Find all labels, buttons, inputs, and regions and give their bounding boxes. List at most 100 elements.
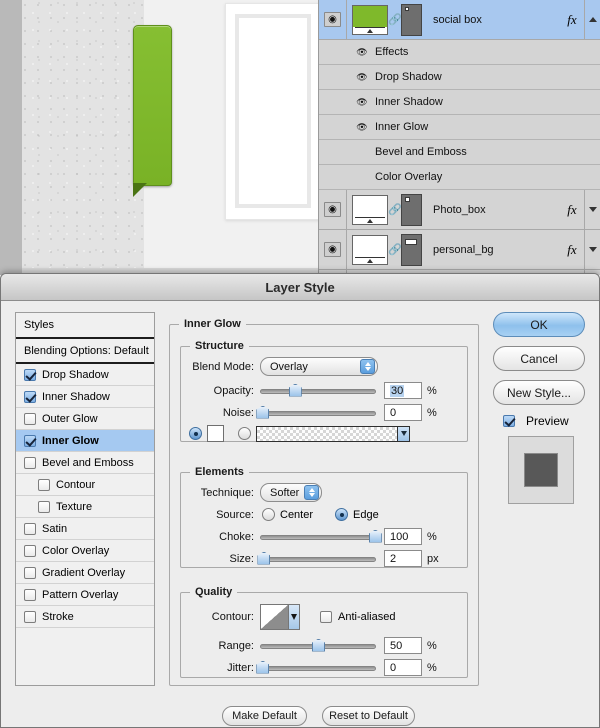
effect-row-drop-shadow[interactable]: 👁 Drop Shadow xyxy=(319,65,600,90)
opacity-slider[interactable] xyxy=(260,383,376,398)
layer-mask-thumbnail[interactable] xyxy=(401,193,422,226)
ok-button[interactable]: OK xyxy=(493,312,585,337)
chevron-up-down-icon[interactable] xyxy=(360,359,375,374)
layer-row[interactable]: ◉ 🔗 personal_bg fx xyxy=(319,229,600,270)
chevron-down-icon[interactable] xyxy=(397,426,409,441)
style-item-outer-glow[interactable]: Outer Glow xyxy=(16,408,154,430)
layer-style-dialog[interactable]: Layer Style Styles Blending Options: Def… xyxy=(0,273,600,728)
style-item-color-overlay[interactable]: Color Overlay xyxy=(16,540,154,562)
make-default-button[interactable]: Make Default xyxy=(222,706,307,726)
cancel-button[interactable]: Cancel xyxy=(493,346,585,371)
eye-icon[interactable]: 👁 xyxy=(353,122,371,133)
layer-expand-toggle[interactable] xyxy=(584,229,600,270)
style-item-texture[interactable]: Texture xyxy=(16,496,154,518)
layer-visibility-toggle[interactable]: ◉ xyxy=(319,229,347,270)
link-icon[interactable]: 🔗 xyxy=(388,203,402,216)
layer-name[interactable]: personal_bg xyxy=(422,244,560,256)
effect-row-inner-shadow[interactable]: 👁 Inner Shadow xyxy=(319,90,600,115)
checkbox-bevel-and-emboss[interactable] xyxy=(24,456,36,469)
effect-row-inner-glow[interactable]: 👁 Inner Glow xyxy=(319,115,600,140)
layer-name[interactable]: social box xyxy=(422,14,560,26)
style-item-inner-glow[interactable]: Inner Glow xyxy=(16,430,154,452)
checkbox-stroke[interactable] xyxy=(24,610,36,623)
styles-list[interactable]: Styles Blending Options: Default Drop Sh… xyxy=(15,312,155,686)
checkbox-preview[interactable] xyxy=(503,415,515,427)
chevron-up-down-icon[interactable] xyxy=(304,485,319,500)
blending-options-item[interactable]: Blending Options: Default xyxy=(16,339,154,364)
jitter-input[interactable]: 0 xyxy=(384,659,422,676)
gradient-preview[interactable] xyxy=(256,425,410,442)
link-icon[interactable]: 🔗 xyxy=(388,13,402,26)
layer-visibility-toggle[interactable]: ◉ xyxy=(319,0,347,40)
layer-expand-toggle[interactable] xyxy=(584,189,600,230)
fill-type-color-radio[interactable] xyxy=(189,427,202,440)
checkbox-drop-shadow[interactable] xyxy=(24,368,36,381)
checkbox-outer-glow[interactable] xyxy=(24,412,36,425)
eye-icon[interactable]: 👁 xyxy=(353,47,371,58)
chevron-down-icon[interactable] xyxy=(288,605,299,629)
layer-fx-icon[interactable]: fx xyxy=(560,202,584,218)
noise-slider[interactable] xyxy=(256,405,376,420)
style-item-gradient-overlay[interactable]: Gradient Overlay xyxy=(16,562,154,584)
effect-row-color-overlay[interactable]: Color Overlay xyxy=(319,165,600,190)
checkbox-color-overlay[interactable] xyxy=(24,544,36,557)
layer-thumbnail[interactable] xyxy=(352,194,388,225)
style-item-satin[interactable]: Satin xyxy=(16,518,154,540)
eye-icon[interactable]: 👁 xyxy=(353,72,371,83)
layer-visibility-toggle[interactable]: ◉ xyxy=(319,189,347,230)
reset-to-default-button[interactable]: Reset to Default xyxy=(322,706,415,726)
new-style-button[interactable]: New Style... xyxy=(493,380,585,405)
checkbox-pattern-overlay[interactable] xyxy=(24,588,36,601)
layer-row[interactable]: ◉ 🔗 Photo_box fx xyxy=(319,189,600,230)
contour-preview[interactable] xyxy=(260,604,300,630)
jitter-slider[interactable] xyxy=(256,660,376,675)
style-item-drop-shadow[interactable]: Drop Shadow xyxy=(16,364,154,386)
checkbox-anti-aliased[interactable] xyxy=(320,611,332,623)
source-edge-radio[interactable] xyxy=(335,508,349,521)
range-slider[interactable] xyxy=(260,638,376,653)
dialog-titlebar[interactable]: Layer Style xyxy=(1,274,599,301)
checkbox-gradient-overlay[interactable] xyxy=(24,566,36,579)
layer-thumbnail-cell[interactable]: 🔗 xyxy=(347,193,422,226)
styles-list-header[interactable]: Styles xyxy=(16,313,154,339)
checkbox-contour[interactable] xyxy=(38,478,50,491)
technique-select[interactable]: Softer xyxy=(260,483,322,502)
effects-group-row[interactable]: 👁 Effects xyxy=(319,40,600,65)
layer-thumbnail-cell[interactable]: 🔗 xyxy=(347,233,422,266)
checkbox-texture[interactable] xyxy=(38,500,50,513)
checkbox-inner-shadow[interactable] xyxy=(24,390,36,403)
opacity-input[interactable]: 30 xyxy=(384,382,422,399)
style-item-contour[interactable]: Contour xyxy=(16,474,154,496)
style-item-inner-shadow[interactable]: Inner Shadow xyxy=(16,386,154,408)
layer-name[interactable]: Photo_box xyxy=(422,204,560,216)
layer-fx-icon[interactable]: fx xyxy=(560,242,584,258)
layer-thumbnail-cell[interactable]: 🔗 xyxy=(347,3,422,36)
link-icon[interactable]: 🔗 xyxy=(388,243,402,256)
layers-panel[interactable]: ◉ 🔗 social box fx 👁 Effects 👁 Drop Shado… xyxy=(318,0,600,275)
glow-color-swatch[interactable] xyxy=(207,425,224,442)
style-item-stroke[interactable]: Stroke xyxy=(16,606,154,628)
layer-expand-toggle[interactable] xyxy=(584,0,600,40)
green-social-box-shape[interactable] xyxy=(133,25,172,186)
checkbox-satin[interactable] xyxy=(24,522,36,535)
layer-thumbnail[interactable] xyxy=(352,234,388,265)
range-input[interactable]: 50 xyxy=(384,637,422,654)
layer-row[interactable]: ◉ 🔗 social box fx xyxy=(319,0,600,40)
layer-thumbnail[interactable] xyxy=(352,4,388,35)
size-input[interactable]: 2 xyxy=(384,550,422,567)
layer-mask-thumbnail[interactable] xyxy=(401,233,422,266)
style-item-pattern-overlay[interactable]: Pattern Overlay xyxy=(16,584,154,606)
blend-mode-select[interactable]: Overlay xyxy=(260,357,378,376)
choke-input[interactable]: 100 xyxy=(384,528,422,545)
layer-mask-thumbnail[interactable] xyxy=(401,3,422,36)
style-item-bevel-and-emboss[interactable]: Bevel and Emboss xyxy=(16,452,154,474)
photo-frame-shape[interactable] xyxy=(225,3,321,220)
checkbox-inner-glow[interactable] xyxy=(24,434,36,447)
preview-toggle-row[interactable]: Preview xyxy=(503,414,589,428)
noise-input[interactable]: 0 xyxy=(384,404,422,421)
fill-type-gradient-radio[interactable] xyxy=(238,427,251,440)
choke-slider[interactable] xyxy=(260,529,382,544)
source-center-radio[interactable] xyxy=(262,508,275,521)
eye-icon[interactable]: 👁 xyxy=(353,97,371,108)
effect-row-bevel-and-emboss[interactable]: Bevel and Emboss xyxy=(319,140,600,165)
